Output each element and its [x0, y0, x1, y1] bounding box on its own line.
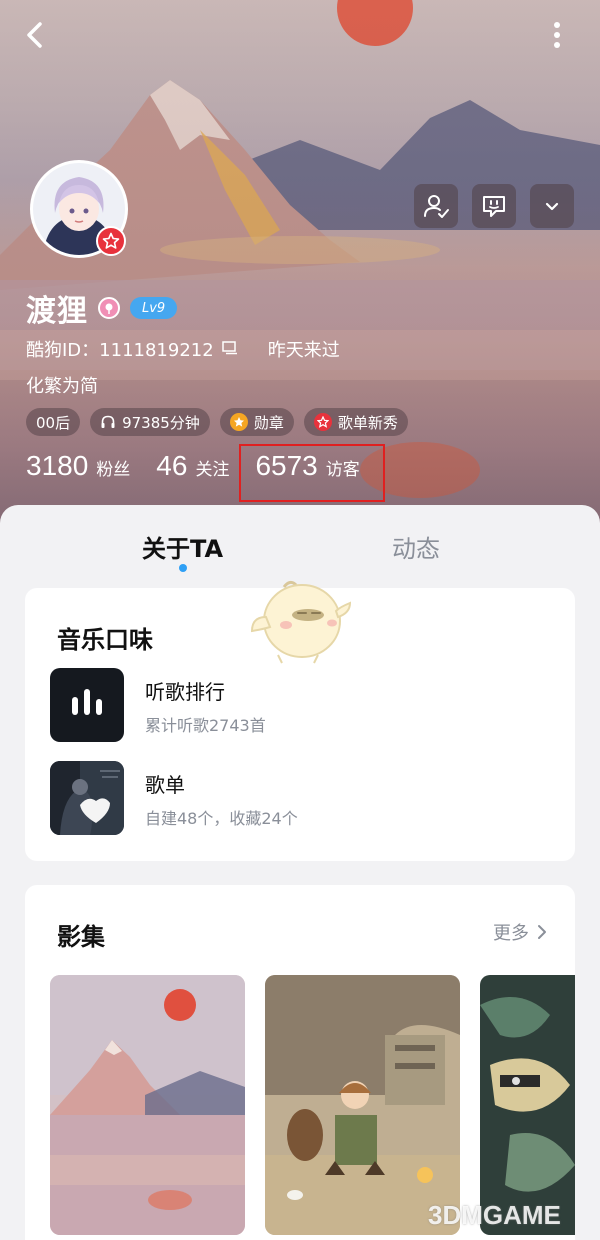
follow-button[interactable] — [414, 184, 458, 228]
mascot-sticker — [250, 580, 352, 664]
user-name: 渡狸 — [26, 294, 88, 329]
tag-medal[interactable]: 勋章 — [219, 408, 294, 436]
bar-chart-icon — [50, 668, 124, 742]
kugou-id: 酷狗ID：1111819212 — [26, 340, 214, 361]
more-options-button[interactable] — [540, 18, 574, 52]
back-button[interactable] — [18, 18, 52, 52]
vip-badge[interactable] — [98, 297, 120, 319]
tag-age: 00后 — [26, 408, 81, 436]
star-icon — [102, 232, 120, 249]
anime-character-art-image — [480, 975, 575, 1235]
id-row: 酷狗ID：1111819212 昨天来过 — [26, 336, 340, 362]
stat-value: 3180 — [26, 450, 89, 481]
item-subtitle: 自建48个，收藏24个 — [145, 809, 298, 828]
profile-tags: 00后 97385分钟 勋章 歌单新秀 — [26, 408, 408, 436]
tab-about[interactable]: 关于TA — [142, 529, 223, 564]
headphones-icon — [101, 415, 115, 428]
tab-bar: 关于TA 动态 — [0, 505, 600, 583]
chevron-left-icon — [27, 22, 42, 48]
album-photo-2[interactable] — [265, 975, 460, 1235]
active-tab-indicator — [179, 564, 187, 572]
workshop-girl-illustration-image — [265, 975, 460, 1235]
album-photo-1[interactable] — [50, 975, 245, 1235]
message-button[interactable] — [472, 184, 516, 228]
stat-label: 关注 — [195, 460, 230, 480]
copy-id-button[interactable] — [221, 339, 238, 360]
avatar-badge — [96, 226, 126, 256]
visitor-highlight-box — [239, 444, 385, 502]
stat-label: 粉丝 — [96, 460, 131, 480]
tag-label: 歌单新秀 — [337, 413, 398, 432]
tag-listen-time[interactable]: 97385分钟 — [90, 408, 210, 436]
last-visit: 昨天来过 — [267, 340, 340, 361]
copy-icon — [221, 340, 237, 354]
expand-button[interactable] — [530, 184, 574, 228]
landscape-painting-image — [50, 975, 245, 1235]
tab-feed[interactable]: 动态 — [392, 529, 440, 564]
playlist-cover — [50, 761, 124, 835]
listening-rank-item[interactable]: 听歌排行 累计听歌2743首 — [50, 668, 550, 742]
lollipop-icon — [105, 303, 113, 314]
medal-icon — [229, 413, 248, 431]
tag-label: 97385分钟 — [122, 413, 200, 432]
star-badge-icon — [313, 413, 332, 431]
chevron-down-icon — [545, 202, 559, 211]
music-taste-title: 音乐口味 — [57, 626, 153, 654]
playlist-item[interactable]: 歌单 自建48个，收藏24个 — [50, 761, 550, 835]
more-label: 更多 — [493, 923, 529, 944]
tag-label: 00后 — [36, 413, 71, 432]
vertical-dots-icon — [554, 22, 560, 48]
follow-user-icon — [424, 195, 449, 218]
item-subtitle: 累计听歌2743首 — [145, 716, 266, 735]
watermark-logo: 3DMGAME — [428, 1200, 561, 1230]
level-badge[interactable]: Lv9 — [130, 297, 178, 319]
album-title: 影集 — [57, 923, 105, 951]
photo-album-card: 影集 更多 — [25, 885, 575, 1240]
item-title: 歌单 — [145, 773, 185, 797]
user-signature: 化繁为简 — [26, 376, 98, 397]
message-icon — [483, 196, 505, 217]
item-title: 听歌排行 — [145, 680, 225, 704]
stat-following[interactable]: 46 关注 — [156, 450, 229, 482]
tag-label: 勋章 — [253, 413, 284, 432]
name-row: 渡狸 Lv9 — [26, 286, 178, 330]
tag-playlist-star[interactable]: 歌单新秀 — [303, 408, 408, 436]
stat-value: 46 — [156, 450, 188, 481]
album-more-link[interactable]: 更多 — [493, 919, 547, 945]
content-sheet: 关于TA 动态 音乐口味 听歌排行 累计听歌2743首 歌单 自建48个，收藏2… — [0, 505, 600, 1240]
album-photo-3[interactable] — [480, 975, 575, 1235]
profile-actions — [414, 184, 574, 228]
stat-fans[interactable]: 3180 粉丝 — [26, 450, 130, 482]
chevron-right-icon — [538, 925, 546, 939]
